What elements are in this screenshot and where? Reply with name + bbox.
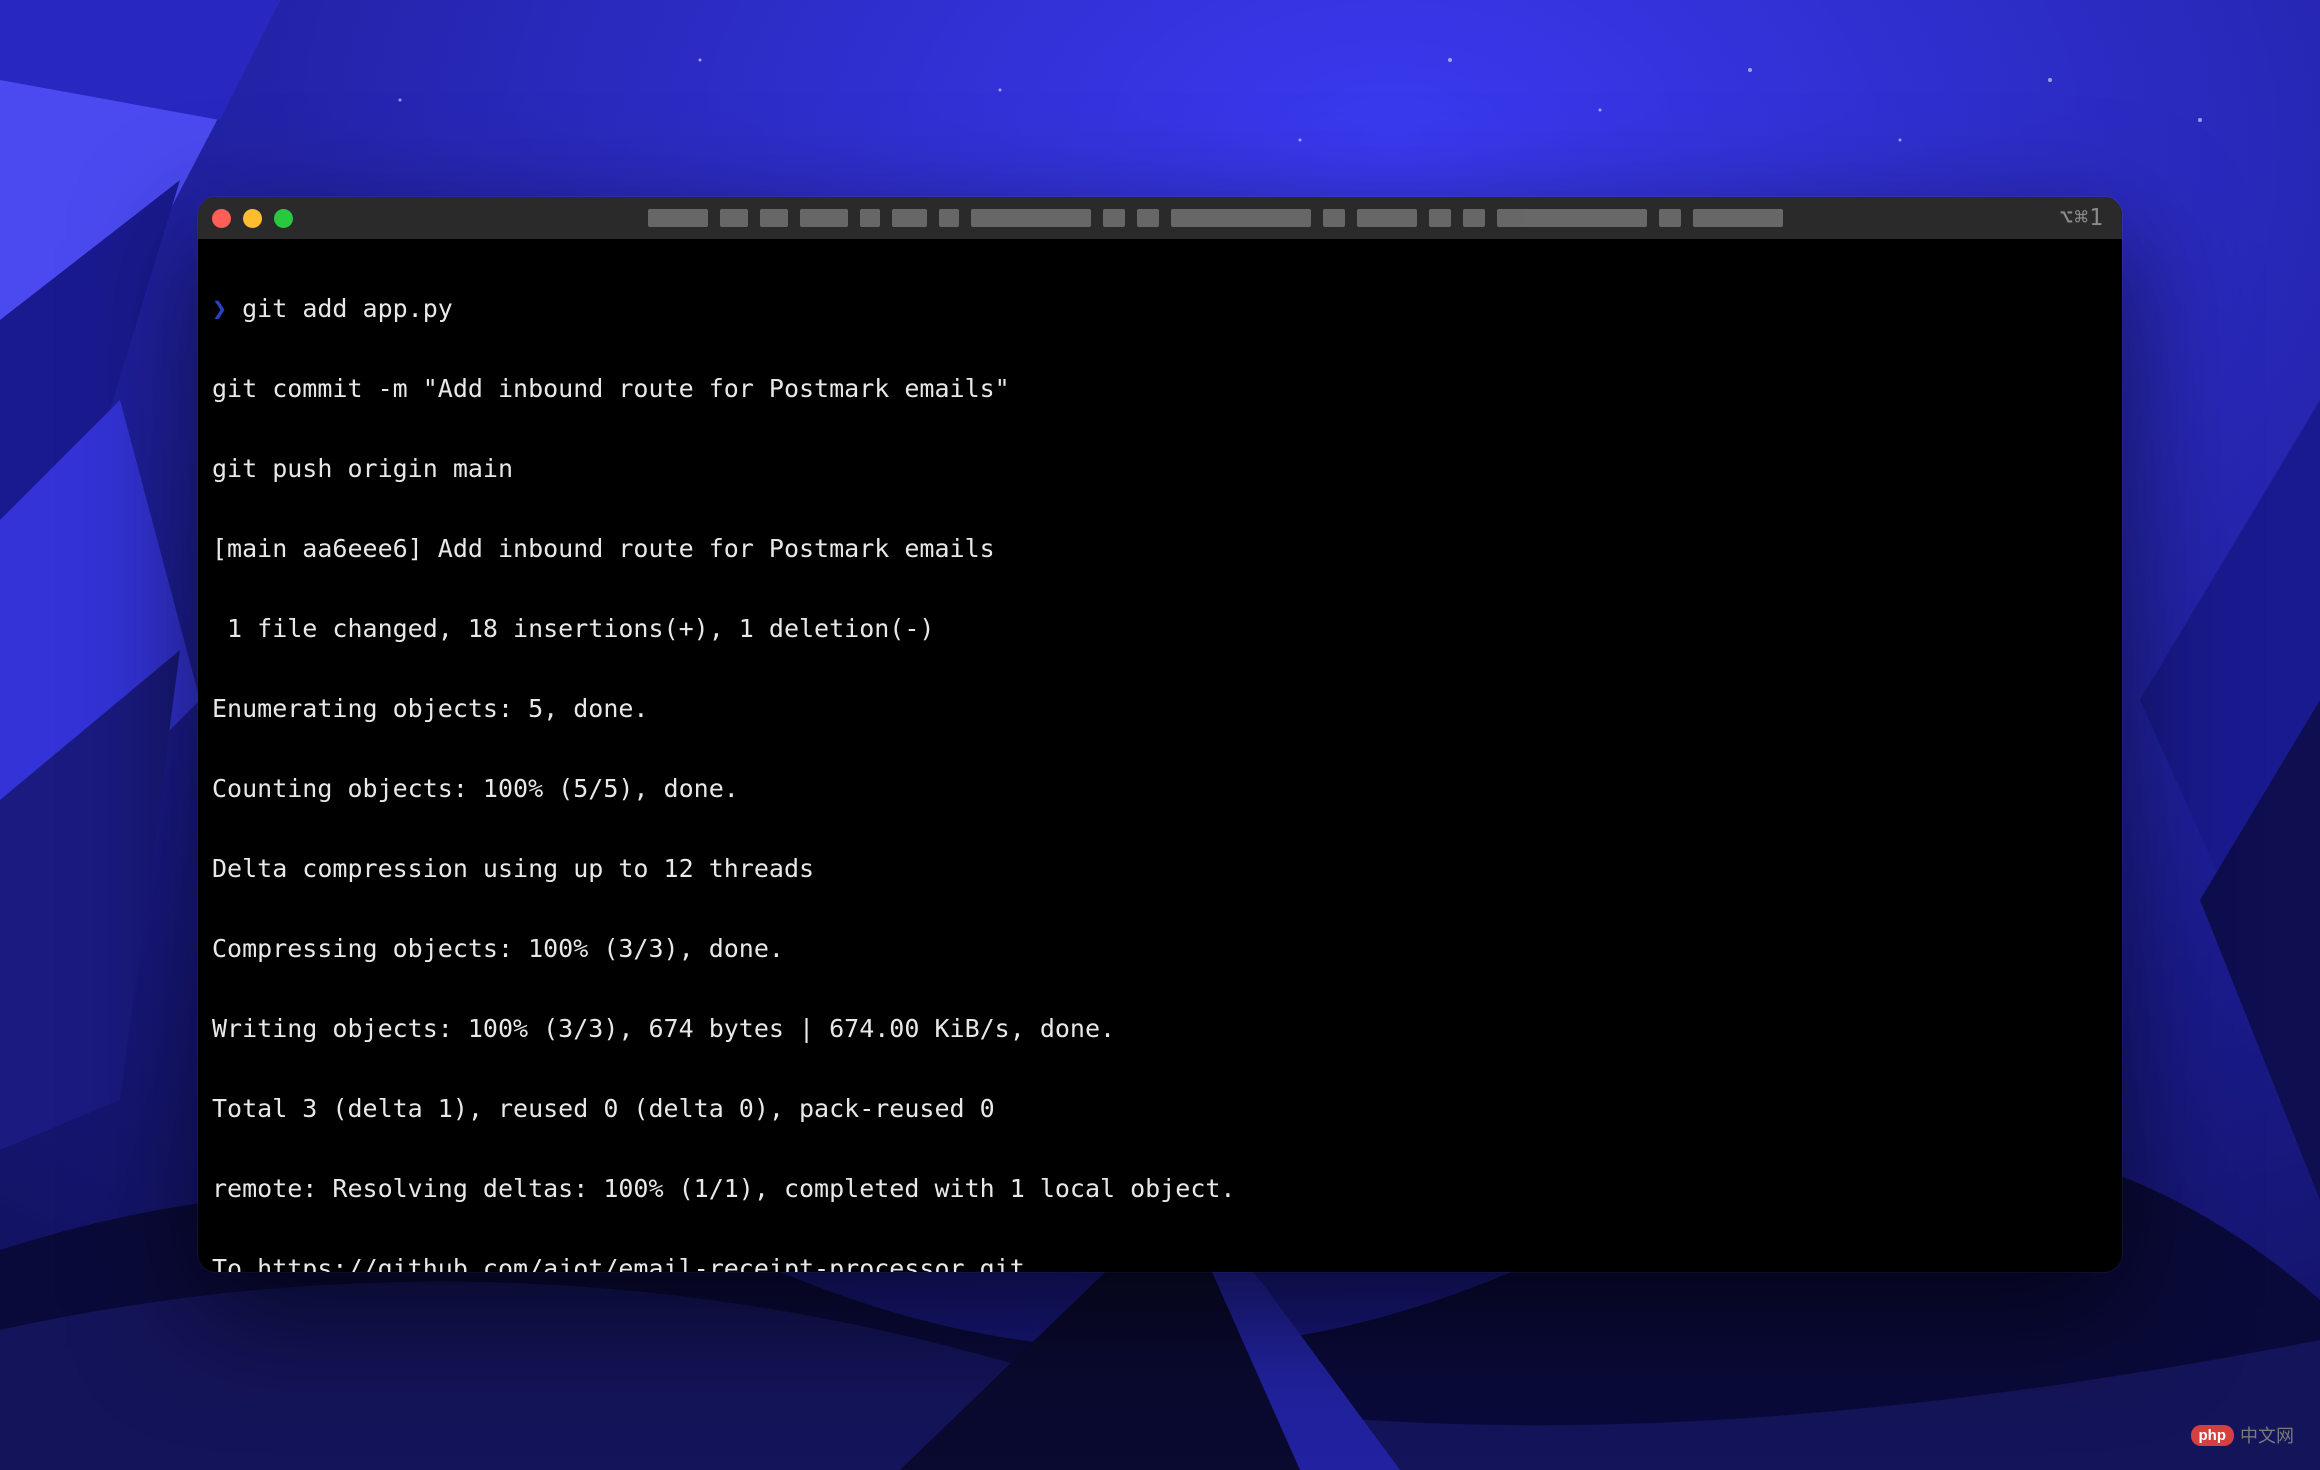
site-watermark: php 中文网 — [2191, 1422, 2295, 1448]
terminal-line: 1 file changed, 18 insertions(+), 1 dele… — [212, 609, 2108, 649]
terminal-line: Delta compression using up to 12 threads — [212, 849, 2108, 889]
window-titlebar[interactable]: ⌥⌘1 — [198, 197, 2122, 239]
terminal-line: remote: Resolving deltas: 100% (1/1), co… — [212, 1169, 2108, 1209]
terminal-line: Counting objects: 100% (5/5), done. — [212, 769, 2108, 809]
window-controls — [212, 209, 293, 228]
terminal-window: ⌥⌘1 ❯ git add app.py git commit -m "Add … — [198, 197, 2122, 1272]
watermark-badge: php — [2191, 1425, 2235, 1446]
minimize-window-button[interactable] — [243, 209, 262, 228]
titlebar-shortcut-hint: ⌥⌘1 — [2059, 197, 2104, 239]
terminal-line: Total 3 (delta 1), reused 0 (delta 0), p… — [212, 1089, 2108, 1129]
prompt-symbol: ❯ — [212, 294, 227, 323]
watermark-text: 中文网 — [2240, 1422, 2294, 1448]
terminal-line: git add app.py — [227, 294, 453, 323]
close-window-button[interactable] — [212, 209, 231, 228]
terminal-line: git push origin main — [212, 449, 2108, 489]
terminal-line: Enumerating objects: 5, done. — [212, 689, 2108, 729]
terminal-output[interactable]: ❯ git add app.py git commit -m "Add inbo… — [198, 239, 2122, 1272]
terminal-line: Compressing objects: 100% (3/3), done. — [212, 929, 2108, 969]
terminal-line: [main aa6eee6] Add inbound route for Pos… — [212, 529, 2108, 569]
titlebar-title-obscured — [648, 209, 1992, 227]
zoom-window-button[interactable] — [274, 209, 293, 228]
terminal-line: Writing objects: 100% (3/3), 674 bytes |… — [212, 1009, 2108, 1049]
terminal-line: To https://github.com/ajot/email-receipt… — [212, 1249, 2108, 1272]
terminal-line: git commit -m "Add inbound route for Pos… — [212, 369, 2108, 409]
